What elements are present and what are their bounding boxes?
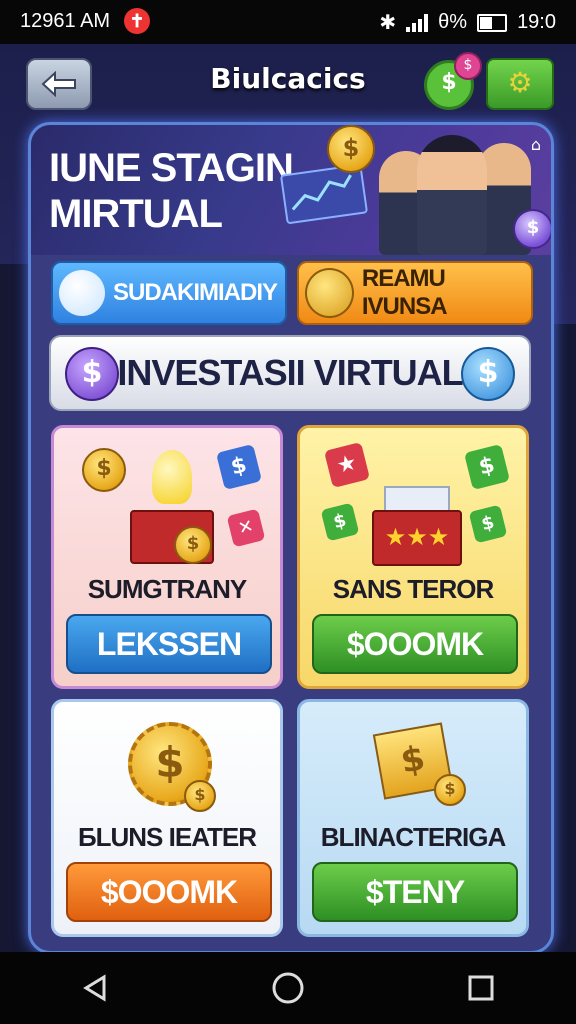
dollar-gem-icon: $ — [320, 502, 360, 542]
hero-title: IUNE STAGIN MIRTUAL — [49, 145, 309, 237]
app-header: Biulcacics $ $ ⚙ — [0, 52, 576, 112]
recents-square-icon[interactable] — [466, 973, 496, 1003]
coin-icon: $ — [434, 774, 466, 806]
coin-icon: $ — [174, 526, 212, 564]
record-icon: ✝ — [124, 8, 150, 34]
main-panel: IUNE STAGIN MIRTUAL $ $ ⌂ SUDAKIMIADIY R… — [28, 122, 554, 954]
coin-icon — [305, 268, 354, 318]
card-title: BLINACTERIGA — [320, 822, 506, 852]
card-action-button[interactable]: $OOOMK — [312, 614, 518, 674]
tab-right[interactable]: REAMU IVUNSA — [297, 261, 533, 325]
signal-icon — [406, 13, 429, 32]
status-bar: 12961 AM ✝ ✱ θ% 19:0 — [0, 0, 576, 44]
dollar-gem-icon: $ — [215, 443, 263, 491]
tab-left-label: SUDAKIMIADIY — [113, 279, 278, 306]
home-circle-icon[interactable] — [271, 971, 305, 1005]
tab-left[interactable]: SUDAKIMIADIY — [51, 261, 287, 325]
coin-icon: $ — [184, 780, 216, 812]
status-time: 12961 AM — [20, 10, 111, 32]
card-action-button[interactable]: LEKSSEN — [66, 614, 272, 674]
battery-icon — [477, 13, 508, 32]
card-action-button[interactable]: $TENY — [312, 862, 518, 922]
dollar-gem-icon: $ — [463, 443, 511, 491]
product-card[interactable]: $ $ $ ✕ SUMGTRANY LEKSSEN — [51, 425, 283, 689]
back-triangle-icon[interactable] — [80, 973, 110, 1003]
product-card[interactable]: $ $ БLUNS IEATER $OOOMK — [51, 699, 283, 937]
card-title: SUMGTRANY — [87, 574, 248, 604]
section-banner: $ INVESTASII VIRTUAL $ — [49, 335, 531, 411]
dollar-gear-icon: $ — [461, 347, 515, 401]
hero-banner: IUNE STAGIN MIRTUAL $ $ ⌂ — [31, 125, 551, 255]
system-nav-bar — [0, 952, 576, 1024]
battery-percent: θ% — [438, 11, 468, 33]
hero-title-line1: IUNE STAGIN — [49, 146, 294, 190]
treasure-chest-icon: ★★★ — [372, 510, 462, 566]
gear-icon: ⚙ — [507, 66, 533, 99]
star-gem-icon: ★ — [323, 441, 371, 489]
hero-title-line2: MIRTUAL — [49, 192, 223, 236]
clock: 19:0 — [517, 11, 556, 33]
coin-icon: $ — [82, 448, 126, 492]
cloud-icon — [59, 270, 105, 316]
coin-icon: $ — [513, 209, 551, 249]
tab-right-label: REAMU IVUNSA — [361, 265, 448, 320]
coin-icon: $ — [327, 125, 375, 173]
dollar-coin-icon: $ — [65, 347, 119, 401]
dollar-gem-icon: $ — [468, 504, 508, 544]
settings-button[interactable]: ⚙ — [486, 58, 554, 110]
product-card[interactable]: $ $ BLINACTERIGA $TENY — [297, 699, 529, 937]
card-action-button[interactable]: $OOOMK — [66, 862, 272, 922]
card-title: SANS TEROR — [332, 574, 494, 604]
status-icons: ✱ θ% 19:0 — [379, 10, 556, 35]
bluetooth-icon: ✱ — [379, 12, 397, 34]
section-banner-text: INVESTASII VIRTUAL — [117, 352, 463, 393]
avatar-graduate — [417, 135, 487, 255]
card-title: БLUNS IEATER — [77, 822, 257, 852]
gem-icon: ✕ — [226, 508, 266, 548]
gem-badge-icon: $ — [454, 52, 482, 80]
lightbulb-icon — [152, 450, 192, 504]
product-card[interactable]: ★ $ ★★★ $ $ SANS TEROR $OOOMK — [297, 425, 529, 689]
home-icon[interactable]: ⌂ — [531, 135, 541, 154]
